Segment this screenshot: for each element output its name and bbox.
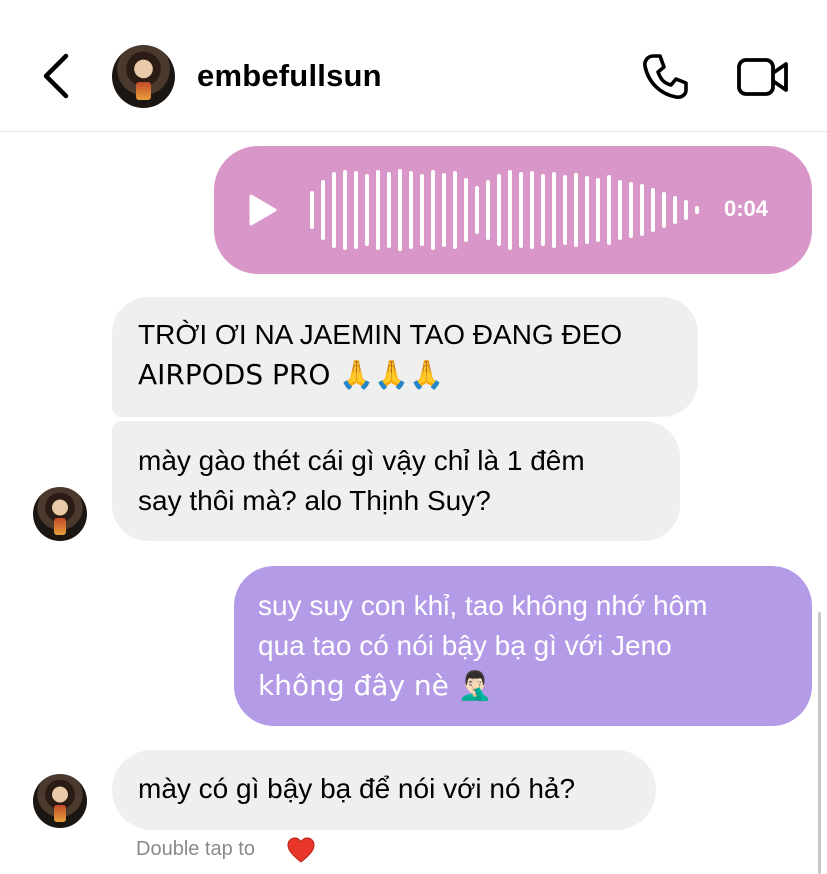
voice-duration: 0:04 bbox=[724, 196, 769, 221]
username[interactable]: embefullsun bbox=[197, 58, 382, 94]
message-text-line: qua tao có nói bậy bạ gì với Jeno bbox=[258, 630, 672, 661]
message-bubble-incoming[interactable]: TRỜI ƠI NA JAEMIN TAO ĐANG ĐEO AIRPODS P… bbox=[112, 297, 698, 417]
message-text: mày có gì bậy bạ để nói với nó hả? bbox=[138, 773, 576, 804]
message-text-line: AIRPODS PRO 🙏🙏🙏 bbox=[138, 358, 444, 391]
scrollbar[interactable] bbox=[818, 612, 821, 874]
message-bubble-outgoing[interactable]: suy suy con khỉ, tao không nhớ hôm qua t… bbox=[234, 566, 812, 726]
message-text-line: không đây nè 🤦🏻‍♂️ bbox=[258, 669, 493, 702]
message-text-line: say thôi mà? alo Thịnh Suy? bbox=[138, 485, 491, 516]
double-tap-hint: Double tap to bbox=[136, 838, 255, 860]
video-camera-icon[interactable] bbox=[736, 56, 790, 98]
message-text-line: TRỜI ƠI NA JAEMIN TAO ĐANG ĐEO bbox=[138, 319, 623, 350]
phone-icon[interactable] bbox=[640, 52, 690, 102]
avatar[interactable] bbox=[33, 774, 87, 828]
play-icon[interactable] bbox=[248, 193, 278, 227]
waveform[interactable] bbox=[308, 168, 706, 252]
message-bubble-incoming[interactable]: mày có gì bậy bạ để nói với nó hả? bbox=[112, 750, 656, 830]
message-bubble-incoming[interactable]: mày gào thét cái gì vậy chỉ là 1 đêm say… bbox=[112, 421, 680, 541]
avatar[interactable] bbox=[33, 487, 87, 541]
chat-header: embefullsun bbox=[0, 0, 827, 132]
message-text-line: suy suy con khỉ, tao không nhớ hôm bbox=[258, 590, 708, 621]
avatar[interactable] bbox=[112, 45, 175, 108]
chevron-left-icon[interactable] bbox=[38, 50, 78, 102]
red-heart-icon[interactable] bbox=[286, 836, 316, 864]
message-text-line: mày gào thét cái gì vậy chỉ là 1 đêm bbox=[138, 445, 585, 476]
